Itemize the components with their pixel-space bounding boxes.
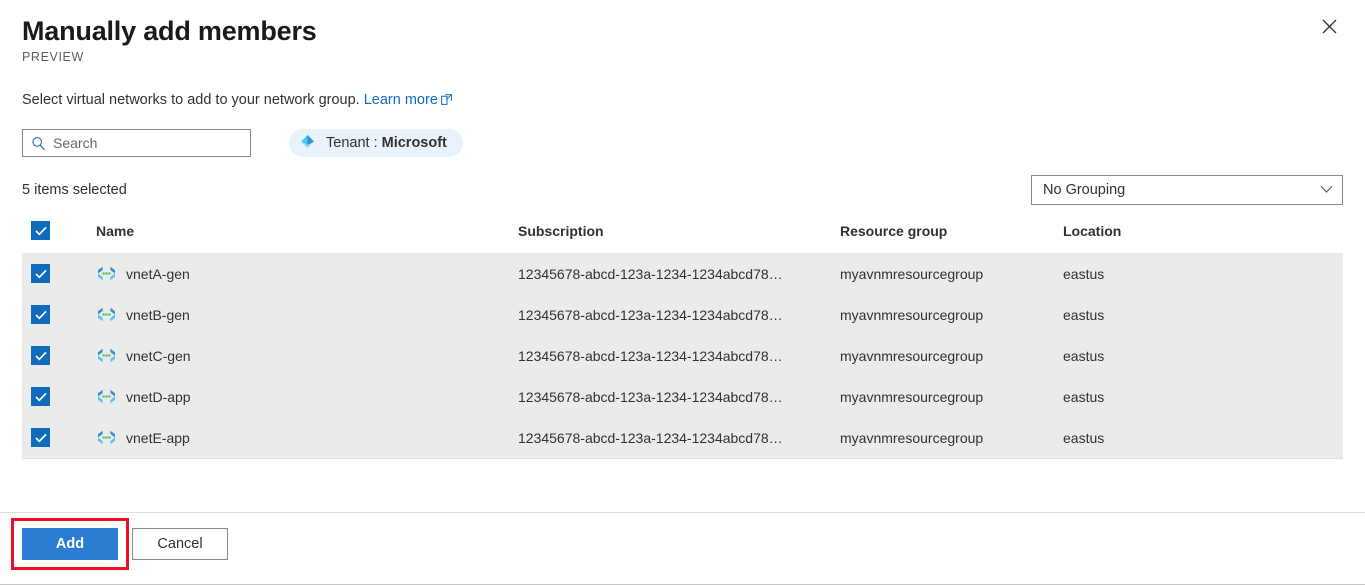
row-resource-group: myavnmresourcegroup: [840, 388, 984, 405]
column-header-resource-group[interactable]: Resource group: [840, 221, 1063, 253]
close-button[interactable]: [1313, 10, 1345, 42]
row-subscription: 12345678-abcd-123a-1234-1234abcd78…: [518, 388, 783, 405]
table-row[interactable]: vnetC-gen 12345678-abcd-123a-1234-1234abc…: [22, 335, 1343, 376]
table-bottom-divider: [22, 458, 1343, 459]
tenant-diamond-icon: [298, 132, 317, 155]
row-select-cell: [22, 335, 96, 376]
footer-divider: [0, 512, 1365, 513]
grouping-value: No Grouping: [1043, 182, 1126, 198]
selection-bar: 5 items selected No Grouping: [22, 175, 1343, 205]
table-row[interactable]: vnetE-app 12345678-abcd-123a-1234-1234abc…: [22, 417, 1343, 458]
row-location: eastus: [1063, 265, 1105, 282]
footer-actions: Add Cancel: [0, 528, 228, 560]
column-header-subscription[interactable]: Subscription: [518, 221, 840, 253]
row-resource-group: myavnmresourcegroup: [840, 265, 984, 282]
table-header-row: Name Subscription Resource group Locatio…: [22, 221, 1343, 253]
row-checkbox[interactable]: [31, 264, 50, 283]
description-text: Select virtual networks to add to your n…: [22, 92, 360, 108]
select-all-checkbox[interactable]: [31, 221, 50, 240]
members-table: Name Subscription Resource group Locatio…: [22, 221, 1343, 458]
row-name-label: vnetE-app: [126, 429, 190, 446]
row-name-cell: vnetB-gen: [96, 294, 518, 335]
row-location: eastus: [1063, 429, 1105, 446]
row-subscription: 12345678-abcd-123a-1234-1234abcd78…: [518, 429, 783, 446]
row-subscription: 12345678-abcd-123a-1234-1234abcd78…: [518, 347, 783, 364]
row-name-cell: vnetA-gen: [96, 253, 518, 294]
row-resource-group: myavnmresourcegroup: [840, 306, 984, 323]
tenant-value: Microsoft: [381, 135, 447, 151]
table-row[interactable]: vnetD-app 12345678-abcd-123a-1234-1234abc…: [22, 376, 1343, 417]
column-header-location[interactable]: Location: [1063, 221, 1343, 253]
row-select-cell: [22, 417, 96, 458]
external-link-icon: [440, 91, 452, 111]
virtual-network-icon: [96, 430, 117, 445]
column-header-name[interactable]: Name: [96, 221, 518, 253]
row-select-cell: [22, 294, 96, 335]
row-name-label: vnetC-gen: [126, 347, 191, 364]
row-location: eastus: [1063, 347, 1105, 364]
panel-header: Manually add members PREVIEW: [0, 0, 1365, 64]
row-checkbox[interactable]: [31, 428, 50, 447]
cancel-button[interactable]: Cancel: [132, 528, 228, 560]
virtual-network-icon: [96, 266, 117, 281]
row-name-cell: vnetD-app: [96, 376, 518, 417]
table-row[interactable]: vnetA-gen 12345678-abcd-123a-1234-1234abc…: [22, 253, 1343, 294]
row-checkbox[interactable]: [31, 305, 50, 324]
learn-more-label: Learn more: [363, 92, 438, 108]
filter-toolbar: Tenant : Microsoft: [22, 129, 1343, 157]
row-name-label: vnetD-app: [126, 388, 191, 405]
panel-description: Select virtual networks to add to your n…: [22, 90, 1343, 111]
row-location: eastus: [1063, 388, 1105, 405]
virtual-network-icon: [96, 307, 117, 322]
search-input[interactable]: [53, 135, 250, 151]
row-name-label: vnetA-gen: [126, 265, 190, 282]
search-icon: [23, 136, 53, 151]
add-button[interactable]: Add: [22, 528, 118, 560]
table-body: vnetA-gen 12345678-abcd-123a-1234-1234abc…: [22, 253, 1343, 458]
tenant-prefix: Tenant :: [326, 135, 378, 151]
tenant-label: Tenant : Microsoft: [326, 135, 447, 151]
items-selected-count: 5 items selected: [22, 182, 127, 198]
row-select-cell: [22, 376, 96, 417]
row-name-cell: vnetC-gen: [96, 335, 518, 376]
row-name-label: vnetB-gen: [126, 306, 190, 323]
chevron-down-icon: [1320, 182, 1333, 198]
row-select-cell: [22, 253, 96, 294]
page-title: Manually add members: [22, 16, 317, 46]
select-all-cell: [22, 221, 96, 253]
row-name-cell: vnetE-app: [96, 417, 518, 458]
row-subscription: 12345678-abcd-123a-1234-1234abcd78…: [518, 265, 783, 282]
close-icon: [1322, 19, 1337, 34]
row-resource-group: myavnmresourcegroup: [840, 429, 984, 446]
row-checkbox[interactable]: [31, 387, 50, 406]
grouping-dropdown[interactable]: No Grouping: [1031, 175, 1343, 205]
row-checkbox[interactable]: [31, 346, 50, 365]
tenant-filter-pill[interactable]: Tenant : Microsoft: [289, 129, 463, 157]
virtual-network-icon: [96, 389, 117, 404]
learn-more-link[interactable]: Learn more: [364, 92, 452, 108]
preview-badge: PREVIEW: [22, 50, 84, 64]
row-location: eastus: [1063, 306, 1105, 323]
table-row[interactable]: vnetB-gen 12345678-abcd-123a-1234-1234abc…: [22, 294, 1343, 335]
row-resource-group: myavnmresourcegroup: [840, 347, 984, 364]
row-subscription: 12345678-abcd-123a-1234-1234abcd78…: [518, 306, 783, 323]
virtual-network-icon: [96, 348, 117, 363]
search-box[interactable]: [22, 129, 251, 157]
